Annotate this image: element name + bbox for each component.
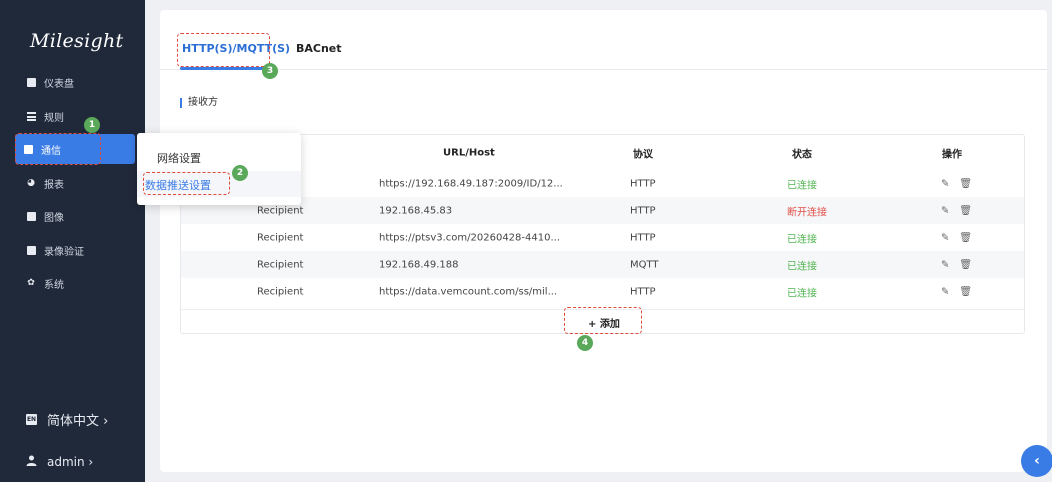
dashboard-icon	[26, 77, 36, 87]
header-protocol: 协议	[633, 149, 653, 160]
table-row: Recipient 192.168.45.83 HTTP 断开连接 ✎ 🗑	[181, 197, 1024, 224]
annotation-badge-4: 4	[577, 335, 593, 351]
table-row: https://192.168.49.187:2009/ID/12... HTT…	[181, 170, 1024, 197]
submenu-item-network-settings[interactable]: 网络设置	[157, 150, 201, 166]
annotation-badge-2: 2	[232, 165, 248, 181]
table-row: Recipient 192.168.49.188 MQTT 已连接 ✎ 🗑	[181, 251, 1024, 278]
trash-icon[interactable]: 🗑	[959, 232, 972, 243]
row-url: https://ptsv3.com/20260428-4410...	[379, 232, 561, 243]
tab-bar: HTTP(S)/MQTT(S) BACnet	[160, 32, 1047, 70]
edit-icon[interactable]: ✎	[941, 178, 949, 189]
table-row: Recipient https://data.vemcount.com/ss/m…	[181, 278, 1024, 305]
app-logo: Milesight	[30, 30, 124, 52]
row-name: Recipient	[257, 259, 304, 270]
sidebar-item-images[interactable]: 图像	[18, 201, 136, 231]
sidebar-item-dashboard[interactable]: 仪表盘	[18, 67, 136, 97]
row-protocol: HTTP	[630, 286, 656, 297]
table-row: Recipient https://ptsv3.com/20260428-441…	[181, 224, 1024, 251]
row-actions: ✎ 🗑	[941, 286, 972, 297]
trash-icon[interactable]: 🗑	[959, 259, 972, 270]
sidebar-item-video-verify[interactable]: 录像验证	[18, 235, 136, 265]
sidebar-item-rules[interactable]: 规则	[18, 101, 136, 131]
annotation-badge-1: 1	[84, 117, 100, 133]
trash-icon[interactable]: 🗑	[959, 178, 972, 189]
sidebar-item-label: 录像验证	[44, 246, 84, 258]
user-icon	[26, 455, 37, 469]
row-actions: ✎ 🗑	[941, 178, 972, 189]
header-status: 状态	[792, 149, 812, 160]
language-badge-icon: EN	[26, 414, 37, 425]
report-pie-icon: ◕	[27, 178, 35, 188]
sidebar-item-label: 仪表盘	[44, 78, 74, 90]
tab-bacnet[interactable]: BACnet	[296, 42, 342, 55]
sidebar-item-label: 规则	[44, 112, 64, 124]
annotation-box-4	[564, 307, 642, 334]
sidebar-item-label: 图像	[44, 212, 64, 224]
row-protocol: HTTP	[630, 178, 656, 189]
row-actions: ✎ 🗑	[941, 205, 972, 216]
row-protocol: HTTP	[630, 232, 656, 243]
row-url: 192.168.45.83	[379, 205, 453, 216]
language-label: 简体中文 ›	[47, 414, 109, 429]
table-header: URL/Host 协议 状态 操作	[181, 139, 1024, 166]
rules-icon	[26, 111, 36, 121]
video-verify-icon	[26, 245, 36, 255]
collapse-chevron-button[interactable]: ‹	[1021, 445, 1052, 477]
sidebar-item-label: 报表	[44, 179, 64, 191]
sidebar: Milesight 仪表盘 规则 通信 ◕ 报表 图像 录像验证 ✿ 系统 EN…	[0, 0, 145, 482]
row-name: Recipient	[257, 205, 304, 216]
row-status: 已连接	[787, 261, 817, 272]
row-status: 已连接	[787, 288, 817, 299]
header-url: URL/Host	[443, 147, 495, 158]
row-name: Recipient	[257, 286, 304, 297]
annotation-box-1	[15, 133, 101, 165]
recipients-table: URL/Host 协议 状态 操作 https://192.168.49.187…	[180, 134, 1025, 334]
row-protocol: HTTP	[630, 205, 656, 216]
section-title: 接收方	[180, 98, 218, 108]
annotation-badge-3: 3	[262, 63, 278, 79]
row-actions: ✎ 🗑	[941, 232, 972, 243]
row-name: Recipient	[257, 232, 304, 243]
trash-icon[interactable]: 🗑	[959, 286, 972, 297]
user-menu[interactable]: admin ›	[26, 455, 93, 469]
sidebar-item-label: 系统	[44, 279, 64, 291]
user-label: admin ›	[47, 455, 94, 469]
edit-icon[interactable]: ✎	[941, 205, 949, 216]
active-tab-indicator	[180, 67, 264, 70]
row-status: 已连接	[787, 180, 817, 191]
edit-icon[interactable]: ✎	[941, 232, 949, 243]
header-ops: 操作	[942, 149, 962, 160]
row-protocol: MQTT	[630, 259, 659, 270]
row-url: https://192.168.49.187:2009/ID/12...	[379, 178, 563, 189]
edit-icon[interactable]: ✎	[941, 286, 949, 297]
row-actions: ✎ 🗑	[941, 259, 972, 270]
chevron-left-icon: ‹	[1034, 453, 1040, 469]
annotation-box-3	[177, 33, 270, 67]
image-icon	[26, 211, 36, 221]
row-url: https://data.vemcount.com/ss/mil...	[379, 286, 558, 297]
annotation-box-2	[143, 172, 230, 195]
language-selector[interactable]: EN 简体中文 ›	[26, 410, 108, 429]
edit-icon[interactable]: ✎	[941, 259, 949, 270]
sidebar-item-reports[interactable]: ◕ 报表	[18, 168, 136, 198]
main-card: HTTP(S)/MQTT(S) BACnet 接收方 URL/Host 协议 状…	[160, 10, 1047, 472]
trash-icon[interactable]: 🗑	[959, 205, 972, 216]
row-status: 断开连接	[787, 207, 827, 218]
sidebar-item-system[interactable]: ✿ 系统	[18, 268, 136, 298]
row-url: 192.168.49.188	[379, 259, 459, 270]
row-status: 已连接	[787, 234, 817, 245]
gear-icon: ✿	[27, 278, 35, 288]
